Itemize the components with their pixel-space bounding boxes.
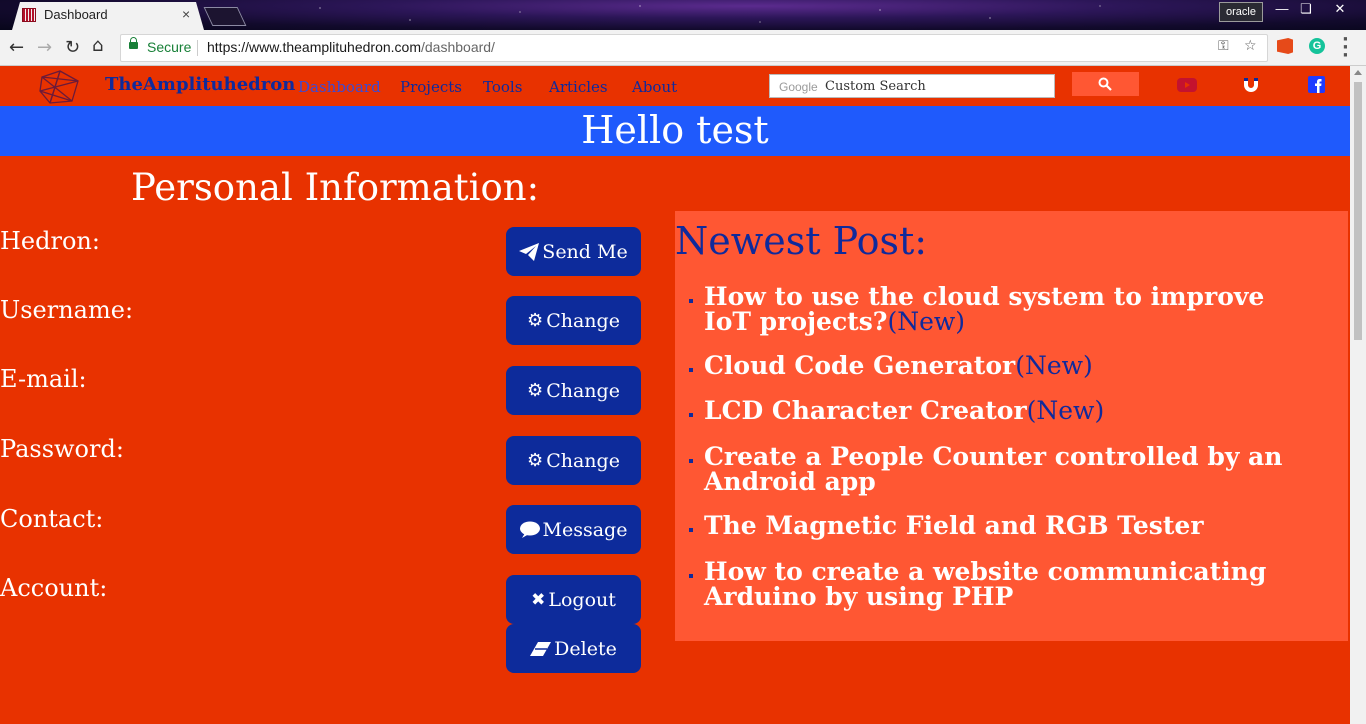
bullet <box>689 413 693 417</box>
send-me-button[interactable]: Send Me <box>506 227 641 276</box>
greeting-text: Hello test <box>581 108 769 152</box>
gear-icon: ⚙ <box>527 310 544 331</box>
email-label: E-mail: <box>0 365 87 393</box>
reload-icon[interactable]: ↻ <box>65 37 80 58</box>
divider <box>197 40 198 56</box>
contact-label: Contact: <box>0 505 104 533</box>
nav-about[interactable]: About <box>632 78 677 96</box>
change-email-label: Change <box>546 379 620 402</box>
post-title[interactable]: How to create a website communicating Ar… <box>704 557 1266 611</box>
profile-button[interactable]: oracle <box>1219 2 1263 22</box>
change-password-label: Change <box>546 449 620 472</box>
office-extension-icon[interactable] <box>1277 38 1293 54</box>
window-close-icon[interactable]: ✕ <box>1327 1 1353 17</box>
amplituhedron-logo-icon[interactable] <box>38 69 82 105</box>
eraser-icon <box>530 641 552 656</box>
search-icon <box>1098 77 1112 91</box>
lock-icon <box>129 37 138 49</box>
change-password-button[interactable]: ⚙ Change <box>506 436 641 485</box>
close-icon: ✖ <box>531 589 546 610</box>
nav-dashboard[interactable]: Dashboard <box>298 78 381 96</box>
delete-button[interactable]: Delete <box>506 624 641 673</box>
new-badge: (New) <box>887 307 966 336</box>
back-icon[interactable]: ← <box>9 37 24 58</box>
forward-icon[interactable]: → <box>37 37 52 58</box>
greeting-banner: Hello test <box>0 106 1350 156</box>
nav-projects[interactable]: Projects <box>400 78 462 96</box>
account-label: Account: <box>0 574 108 602</box>
post-item[interactable]: Cloud Code Generator(New) <box>689 351 1314 380</box>
secure-label: Secure <box>147 39 192 55</box>
tab-title: Dashboard <box>44 7 108 22</box>
bullet <box>689 459 693 463</box>
minimize-icon[interactable]: — <box>1269 1 1295 16</box>
personal-info-title: Personal Information: <box>131 166 540 209</box>
newest-post-title: Newest Post: <box>675 219 928 263</box>
password-label: Password: <box>0 435 124 463</box>
browser-toolbar: ← → ↻ ⌂ Secure https://www.theamplituhed… <box>0 30 1366 66</box>
page-scrollbar[interactable] <box>1350 66 1366 724</box>
post-item[interactable]: How to use the cloud system to improve I… <box>689 282 1314 336</box>
paper-plane-icon <box>519 242 540 261</box>
post-title[interactable]: Cloud Code Generator <box>704 351 1015 380</box>
post-title[interactable]: How to use the cloud system to improve I… <box>704 282 1264 336</box>
bullet <box>689 299 693 303</box>
scroll-up-arrow-icon[interactable] <box>1354 70 1362 75</box>
newest-posts-panel: Newest Post: How to use the cloud system… <box>675 211 1348 641</box>
home-icon[interactable]: ⌂ <box>92 35 103 56</box>
logout-label: Logout <box>548 588 616 611</box>
username-label: Username: <box>0 296 134 324</box>
post-item[interactable]: How to create a website communicating Ar… <box>689 557 1314 611</box>
message-label: Message <box>542 518 628 541</box>
grammarly-extension-icon[interactable]: G <box>1309 38 1325 54</box>
facebook-icon[interactable] <box>1308 76 1325 93</box>
wallpaper-stars <box>0 0 1366 30</box>
change-email-button[interactable]: ⚙ Change <box>506 366 641 415</box>
bullet <box>689 528 693 532</box>
tab-close-icon[interactable]: × <box>182 6 190 22</box>
nav-tools[interactable]: Tools <box>483 78 522 96</box>
hedron-label: Hedron: <box>0 227 100 255</box>
gear-icon: ⚙ <box>527 380 544 401</box>
site-navbar: TheAmplituhedron Dashboard Projects Tool… <box>0 66 1350 106</box>
post-title[interactable]: The Magnetic Field and RGB Tester <box>704 511 1204 540</box>
change-username-label: Change <box>546 309 620 332</box>
site-brand[interactable]: TheAmplituhedron <box>105 74 295 95</box>
url-path: /dashboard/ <box>421 39 495 55</box>
message-button[interactable]: Message <box>506 505 641 554</box>
google-watermark: Google <box>779 80 818 94</box>
new-badge: (New) <box>1015 351 1093 380</box>
magnet-icon[interactable] <box>1242 76 1260 94</box>
key-icon[interactable]: ⚿ <box>1218 38 1229 54</box>
restore-icon[interactable]: ❏ <box>1293 1 1319 17</box>
nav-articles[interactable]: Articles <box>549 78 608 96</box>
browser-tab-dashboard[interactable] <box>12 2 204 30</box>
logout-button[interactable]: ✖ Logout <box>506 575 641 624</box>
url-text[interactable]: https://www.theamplituhedron.com/dashboa… <box>207 39 495 55</box>
menu-icon[interactable]: · · · <box>1342 31 1349 65</box>
post-title[interactable]: Create a People Counter controlled by an… <box>704 442 1282 496</box>
post-item[interactable]: The Magnetic Field and RGB Tester <box>689 511 1314 540</box>
youtube-icon[interactable] <box>1177 78 1197 92</box>
post-item[interactable]: Create a People Counter controlled by an… <box>689 442 1314 496</box>
search-input[interactable]: Google Custom Search <box>769 74 1055 98</box>
browser-titlebar: Dashboard × oracle — ❏ ✕ <box>0 0 1366 30</box>
search-button[interactable] <box>1072 72 1139 96</box>
delete-label: Delete <box>554 637 617 660</box>
new-badge: (New) <box>1026 396 1105 425</box>
address-bar[interactable]: Secure https://www.theamplituhedron.com/… <box>120 34 1268 62</box>
site-favicon-icon <box>22 8 36 22</box>
url-host: https://www.theamplituhedron.com <box>207 39 421 55</box>
gear-icon: ⚙ <box>527 450 544 471</box>
search-placeholder: Custom Search <box>825 79 926 94</box>
change-username-button[interactable]: ⚙ Change <box>506 296 641 345</box>
send-me-label: Send Me <box>542 240 628 263</box>
bullet <box>689 368 693 372</box>
scrollbar-thumb[interactable] <box>1354 82 1362 340</box>
post-item[interactable]: LCD Character Creator(New) <box>689 396 1314 425</box>
post-title[interactable]: LCD Character Creator <box>704 396 1027 425</box>
bullet <box>689 574 693 578</box>
star-icon[interactable]: ☆ <box>1244 38 1257 54</box>
speech-bubble-icon <box>519 521 540 538</box>
